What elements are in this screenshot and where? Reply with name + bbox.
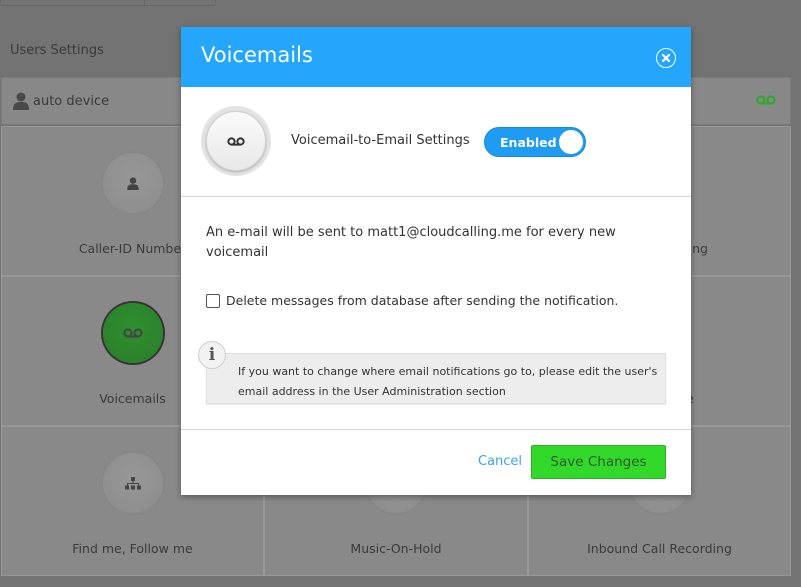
info-note-text: If you want to change where email notifi… <box>238 365 658 398</box>
modal-footer: Cancel Save Changes <box>181 430 691 494</box>
cancel-button[interactable]: Cancel <box>478 454 522 469</box>
voicemails-modal: Voicemails Voicemail-to-Email Settings E… <box>181 27 691 495</box>
voicemail-icon <box>123 328 142 338</box>
toggle-label: Enabled <box>500 135 557 150</box>
close-icon <box>661 53 671 63</box>
top-tabs[interactable] <box>0 0 216 6</box>
tile-icon-circle <box>102 453 163 513</box>
save-changes-button[interactable]: Save Changes <box>531 445 666 479</box>
info-icon: i <box>198 341 226 369</box>
user-icon <box>126 176 139 190</box>
tile-icon-circle <box>102 153 163 213</box>
info-note: If you want to change where email notifi… <box>206 353 666 404</box>
feature-icon-circle <box>201 106 271 176</box>
tile-label: Inbound Call Recording <box>587 541 732 556</box>
user-icon <box>13 92 29 110</box>
close-button[interactable] <box>656 48 676 68</box>
tile-label: Music-On-Hold <box>350 541 442 556</box>
users-settings-heading: Users Settings <box>10 43 104 58</box>
voicemail-email-toggle[interactable]: Enabled <box>484 127 586 157</box>
email-info-text: An e-mail will be sent to matt1@cloudcal… <box>206 225 616 260</box>
delete-messages-option[interactable]: Delete messages from database after send… <box>206 293 618 308</box>
tile-label: Find me, Follow me <box>72 541 193 556</box>
tile-icon-circle-active <box>102 303 163 363</box>
feature-icon-inner <box>206 111 266 171</box>
modal-header: Voicemails <box>181 27 691 87</box>
voicemail-icon <box>227 136 245 146</box>
toggle-knob <box>559 130 583 154</box>
modal-body: An e-mail will be sent to matt1@cloudcal… <box>181 197 691 430</box>
delete-messages-checkbox[interactable] <box>206 293 220 308</box>
modal-title: Voicemails <box>201 43 313 67</box>
setting-label: Voicemail-to-Email Settings <box>291 133 470 148</box>
tab-divider <box>144 0 145 5</box>
sitemap-icon <box>124 476 141 489</box>
device-name: auto device <box>33 94 110 109</box>
voicemail-icon <box>756 95 776 105</box>
voicemail-email-setting-row: Voicemail-to-Email Settings Enabled <box>181 87 691 197</box>
delete-messages-label: Delete messages from database after send… <box>226 293 619 308</box>
